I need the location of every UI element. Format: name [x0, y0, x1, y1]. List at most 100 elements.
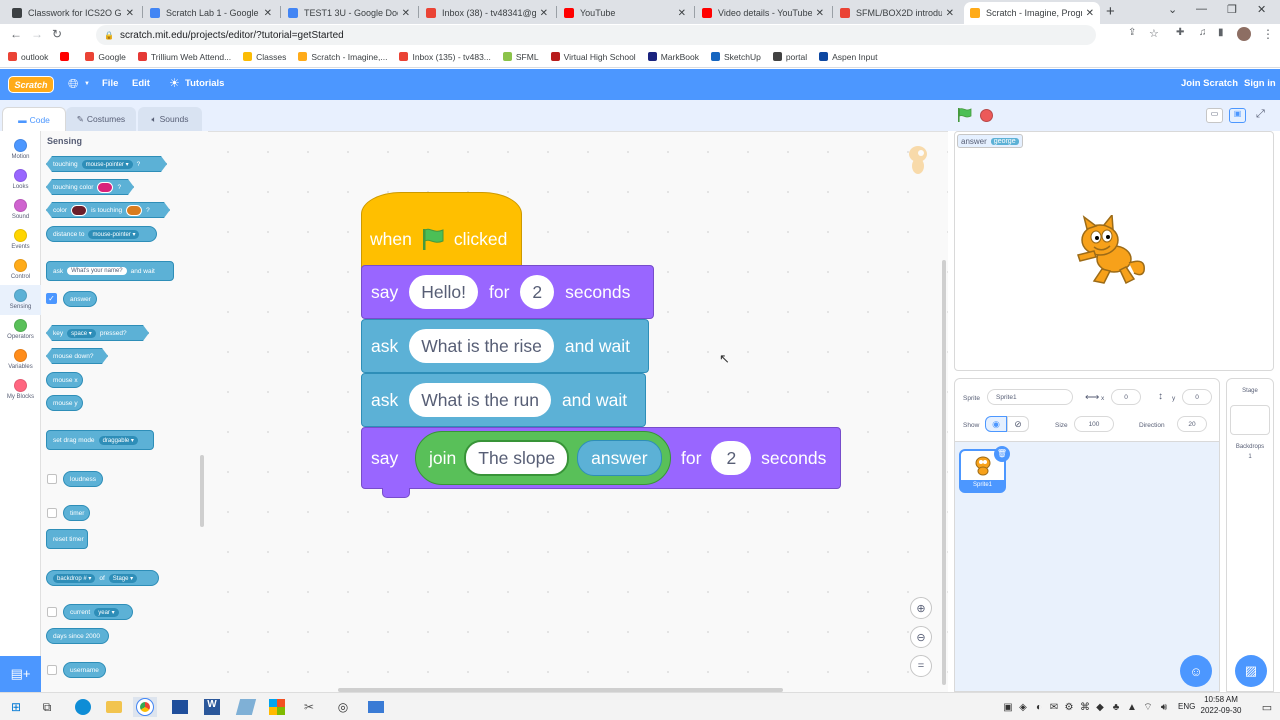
close-tab-icon[interactable]: ✕	[678, 8, 686, 19]
store-icon[interactable]	[269, 699, 285, 715]
browser-tab[interactable]: Scratch Lab 1 - Google Do✕	[144, 2, 278, 24]
category-control[interactable]: Control	[0, 255, 41, 285]
fullscreen-icon[interactable]: ⤢	[1256, 108, 1265, 121]
mouse-x-block[interactable]: mouse x	[46, 372, 83, 388]
globe-icon[interactable]: 🌐︎	[68, 76, 78, 92]
bookmark-star-icon[interactable]: ☆	[1149, 27, 1159, 40]
green-flag-icon[interactable]	[956, 107, 972, 123]
close-tab-icon[interactable]: ✕	[946, 8, 954, 19]
snip-icon[interactable]: ✂	[299, 697, 319, 717]
tab-costumes[interactable]: ✎ Costumes	[66, 107, 136, 131]
reload-icon[interactable]: ↻	[52, 27, 62, 41]
maximize-button[interactable]: ❐	[1227, 3, 1237, 16]
stage-dropdown[interactable]: Stage ▾	[108, 573, 138, 583]
backdrop-thumbnail[interactable]	[1230, 405, 1270, 435]
ask-question-input[interactable]: What is the rise	[409, 329, 554, 363]
loudness-checkbox[interactable]	[47, 474, 57, 484]
join-scratch-link[interactable]: Join Scratch	[1181, 78, 1238, 89]
show-hidden-icon[interactable]: ⊘	[1007, 416, 1029, 432]
profile-avatar[interactable]	[1237, 27, 1251, 41]
notifications-icon[interactable]: ▭	[1257, 697, 1277, 717]
touching-color-block[interactable]: touching color ?	[46, 179, 134, 195]
bookmark-item[interactable]	[60, 52, 73, 61]
media-icon[interactable]: ♫	[1199, 27, 1207, 38]
windows-start-icon[interactable]: ⊞	[6, 697, 26, 717]
key-dropdown[interactable]: space ▾	[67, 329, 96, 338]
answer-block[interactable]: answer	[63, 291, 97, 307]
backdrop-of-block[interactable]: backdrop # ▾ of Stage ▾	[46, 570, 159, 586]
username-block[interactable]: username	[63, 662, 106, 678]
set-drag-mode-block[interactable]: set drag mode draggable ▾	[46, 430, 154, 450]
bookmark-item[interactable]: Scratch - Imagine,...	[298, 52, 387, 62]
address-bar[interactable]: 🔒 scratch.mit.edu/projects/editor/?tutor…	[96, 25, 1096, 45]
color-swatch[interactable]	[126, 205, 142, 216]
zoom-out-icon[interactable]: ⊖	[910, 626, 932, 648]
close-tab-icon[interactable]: ✕	[816, 8, 824, 19]
say-seconds-input[interactable]: 2	[520, 275, 555, 309]
say-message-input[interactable]: Hello!	[409, 275, 478, 309]
minimize-button[interactable]: —	[1196, 3, 1207, 15]
timer-block[interactable]: timer	[63, 505, 90, 521]
bookmark-item[interactable]: Inbox (135) - tv483...	[399, 52, 491, 62]
bookmark-item[interactable]: Trillium Web Attend...	[137, 52, 231, 62]
close-tab-icon[interactable]: ✕	[264, 8, 272, 19]
ask-block[interactable]: ask What's your name? and wait	[46, 261, 174, 281]
zoom-reset-icon[interactable]: =	[910, 655, 932, 677]
touching-block[interactable]: touching mouse-pointer ▾ ?	[46, 156, 167, 172]
bookmark-item[interactable]: Aspen Input	[819, 52, 877, 62]
close-window-button[interactable]: ✕	[1257, 3, 1266, 16]
join-text-input[interactable]: The slope	[464, 440, 570, 476]
tab-code[interactable]: ▬ Code	[2, 107, 66, 131]
edit-menu[interactable]: Edit	[132, 78, 150, 89]
choose-backdrop-button[interactable]: ▨	[1235, 655, 1267, 687]
loudness-block[interactable]: loudness	[63, 471, 103, 487]
cat-sprite[interactable]	[1074, 213, 1150, 290]
workspace-vertical-scrollbar[interactable]	[942, 260, 946, 685]
browser-tab[interactable]: Inbox (38) - tv48341@got ✕	[420, 2, 554, 24]
tab-sounds[interactable]: 🔈︎ Sounds	[138, 107, 202, 131]
zoom-in-icon[interactable]: ⊕	[910, 597, 932, 619]
browser-tab[interactable]: Scratch - Imagine, Program✕	[964, 2, 1100, 24]
new-tab-button[interactable]: +	[1106, 3, 1115, 20]
close-tab-icon[interactable]: ✕	[402, 8, 410, 19]
category-variables[interactable]: Variables	[0, 345, 41, 375]
ask-question-input[interactable]: What is the run	[409, 383, 551, 417]
color-swatch[interactable]	[97, 182, 113, 193]
browser-tab[interactable]: SFML/BOX2D introduction✕	[834, 2, 960, 24]
answer-checkbox[interactable]: ✓	[46, 293, 57, 304]
distance-to-block[interactable]: distance to mouse-pointer ▾	[46, 226, 157, 242]
answer-reporter[interactable]: answer	[577, 440, 662, 476]
browser-tab[interactable]: Video details - YouTube St✕	[696, 2, 830, 24]
share-icon[interactable]: ⇪	[1128, 27, 1136, 38]
sidepanel-icon[interactable]: ▮	[1218, 27, 1224, 38]
more-menu-icon[interactable]: ⋮	[1262, 27, 1274, 41]
show-visible-icon[interactable]: ◉	[985, 416, 1007, 432]
current-dropdown[interactable]: year ▾	[94, 607, 119, 617]
bookmark-item[interactable]: SketchUp	[710, 52, 761, 62]
stage-selector-panel[interactable]: Stage Backdrops 1	[1226, 378, 1274, 692]
browser-tab[interactable]: Classwork for ICS2O Grade✕	[6, 2, 140, 24]
forward-icon[interactable]: →	[31, 27, 43, 41]
bookmark-item[interactable]: Virtual High School	[550, 52, 636, 62]
large-stage-icon[interactable]: ▣	[1229, 108, 1246, 123]
reset-timer-block[interactable]: reset timer	[46, 529, 88, 549]
current-block[interactable]: current year ▾	[63, 604, 133, 620]
task-view-icon[interactable]: ⧉	[37, 697, 57, 717]
bookmark-item[interactable]: MarkBook	[647, 52, 699, 62]
extensions-icon[interactable]: ✚	[1176, 27, 1184, 38]
volume-icon[interactable]: 🔊︎	[1154, 697, 1174, 717]
file-explorer-icon[interactable]	[106, 701, 122, 713]
bookmark-item[interactable]: SFML	[502, 52, 539, 62]
close-tab-icon[interactable]: ✕	[126, 8, 134, 19]
file-menu[interactable]: File	[102, 78, 118, 89]
say-for-seconds-block[interactable]: say Hello! for 2 seconds	[361, 265, 654, 319]
bookmark-item[interactable]: outlook	[8, 52, 48, 62]
app-icon[interactable]	[235, 699, 257, 715]
photos-icon[interactable]	[172, 700, 188, 714]
username-checkbox[interactable]	[47, 665, 57, 675]
mouse-down-block[interactable]: mouse down?	[46, 348, 108, 364]
key-pressed-block[interactable]: key space ▾ pressed?	[46, 325, 149, 341]
category-operators[interactable]: Operators	[0, 315, 41, 345]
close-tab-icon[interactable]: ✕	[540, 8, 548, 19]
direction-input[interactable]: 20	[1177, 416, 1207, 432]
